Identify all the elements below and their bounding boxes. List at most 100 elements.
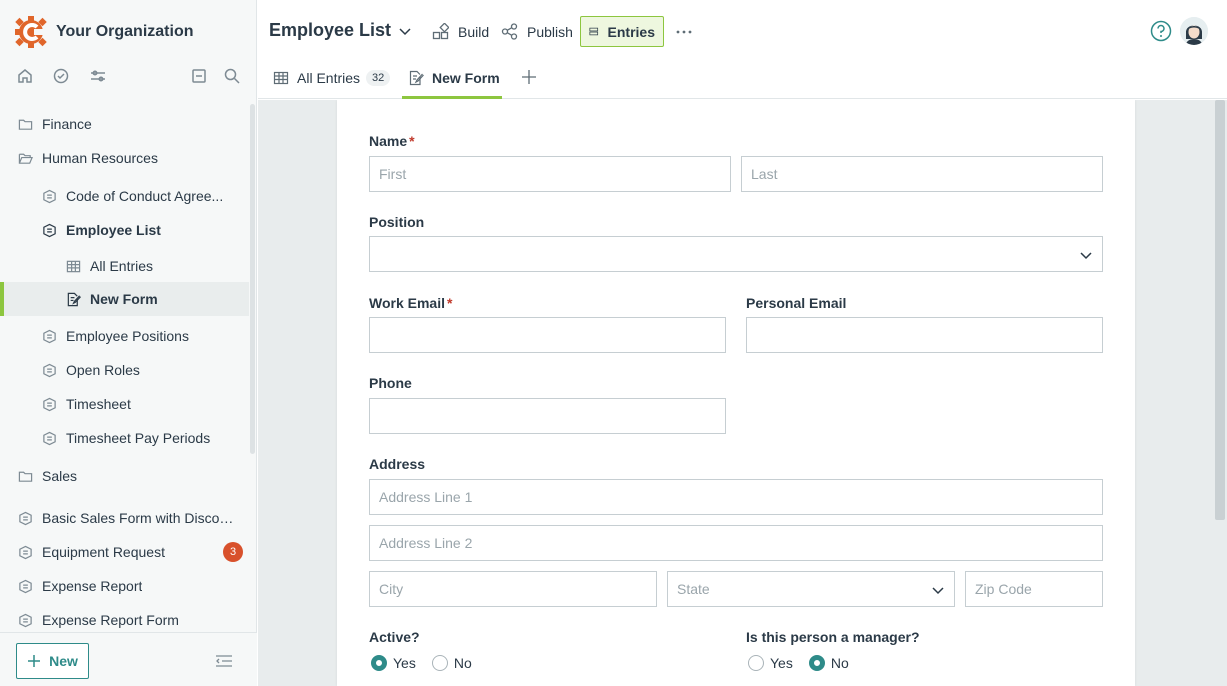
build-label: Build xyxy=(458,23,490,40)
entries-label: Entries xyxy=(607,23,655,40)
personal-email-input[interactable] xyxy=(746,317,1103,353)
sidebar-item-human-resources[interactable]: Human Resources xyxy=(0,141,249,175)
zip-code-input[interactable]: Zip Code xyxy=(965,571,1103,607)
state-placeholder: State xyxy=(677,581,710,597)
name-label: Name * xyxy=(369,133,415,149)
app-icon xyxy=(17,544,33,560)
sidebar-item-equipment-request[interactable]: Equipment Request 3 xyxy=(0,535,249,569)
tab-all-entries[interactable]: All Entries 32 xyxy=(273,64,391,99)
address-line1-input[interactable]: Address Line 1 xyxy=(369,479,1103,515)
radio-label: Yes xyxy=(770,655,793,671)
header: Employee List Build Publish Entries All … xyxy=(258,0,1227,99)
collapse-all-icon[interactable] xyxy=(189,66,209,86)
active-no-radio[interactable]: No xyxy=(431,655,472,671)
entry-count-badge: 32 xyxy=(366,70,391,86)
help-icon[interactable] xyxy=(1150,20,1172,42)
app-icon xyxy=(41,188,57,204)
app-icon xyxy=(41,328,57,344)
sidebar-toolbar xyxy=(0,66,257,90)
sidebar-item-basic-sales-form[interactable]: Basic Sales Form with Discou... xyxy=(0,501,249,535)
sidebar-item-label: Timesheet xyxy=(66,396,131,412)
form-icon xyxy=(409,70,424,86)
sidebar-item-label: Employee Positions xyxy=(66,328,189,344)
work-email-input[interactable] xyxy=(369,317,726,353)
form-icon xyxy=(65,291,81,307)
sidebar-item-label: All Entries xyxy=(90,258,154,274)
home-icon[interactable] xyxy=(15,66,35,86)
search-icon[interactable] xyxy=(222,66,242,86)
manager-yes-radio[interactable]: Yes xyxy=(748,655,793,671)
address-line2-input[interactable]: Address Line 2 xyxy=(369,525,1103,561)
avatar[interactable] xyxy=(1180,17,1208,45)
sidebar-item-employee-list[interactable]: Employee List xyxy=(0,213,249,247)
name-label-text: Name xyxy=(369,133,408,149)
entries-icon xyxy=(589,27,599,36)
folder-open-icon xyxy=(17,150,33,166)
sidebar-item-expense-report[interactable]: Expense Report xyxy=(0,569,249,603)
app-title-dropdown[interactable]: Employee List xyxy=(269,20,412,41)
org-logo-icon xyxy=(15,16,47,48)
city-placeholder: City xyxy=(379,581,404,597)
org-header[interactable]: Your Organization xyxy=(14,14,193,50)
address-line1-placeholder: Address Line 1 xyxy=(379,489,473,505)
form-card: Name * First Last Position Work Email * Pe… xyxy=(337,100,1135,686)
state-select[interactable]: State xyxy=(667,571,955,607)
new-button-label: New xyxy=(49,653,78,669)
notification-badge: 3 xyxy=(223,542,243,562)
app-icon xyxy=(17,612,33,628)
publish-button[interactable]: Publish xyxy=(493,16,581,47)
radio-checked-icon xyxy=(808,655,825,671)
sidebar-item-label: Human Resources xyxy=(42,150,158,166)
build-button[interactable]: Build xyxy=(424,16,497,47)
sidebar-footer: New xyxy=(0,632,257,686)
sidebar-item-label: Finance xyxy=(42,116,92,132)
sidebar-item-code-of-conduct[interactable]: Code of Conduct Agree... xyxy=(0,179,249,213)
tab-label: New Form xyxy=(432,70,500,86)
folder-icon xyxy=(17,468,33,484)
app-icon xyxy=(41,362,57,378)
address-label: Address xyxy=(369,456,426,472)
sidebar-item-label: Equipment Request xyxy=(42,544,165,560)
sidebar-item-timesheet-pay-periods[interactable]: Timesheet Pay Periods xyxy=(0,421,249,455)
check-circle-icon[interactable] xyxy=(51,66,71,86)
table-icon xyxy=(65,258,81,274)
sidebar-nav: Finance Human Resources Code of Conduct … xyxy=(0,106,249,631)
filter-icon[interactable] xyxy=(88,66,108,86)
phone-label: Phone xyxy=(369,375,412,391)
chevron-down-icon xyxy=(1079,248,1093,262)
new-button[interactable]: New xyxy=(16,643,89,679)
required-mark: * xyxy=(447,295,453,311)
radio-unchecked-icon xyxy=(748,655,764,671)
position-select[interactable] xyxy=(369,236,1103,272)
tab-new-form[interactable]: New Form xyxy=(402,64,502,99)
sidebar-item-employee-positions[interactable]: Employee Positions xyxy=(0,319,249,353)
app-icon xyxy=(17,510,33,526)
sidebar-item-label: Sales xyxy=(42,468,78,484)
sidebar-item-label: Open Roles xyxy=(66,362,140,378)
sidebar-item-sales[interactable]: Sales xyxy=(0,459,249,493)
manager-no-radio[interactable]: No xyxy=(808,655,849,671)
active-radio-group: Yes No xyxy=(371,655,488,671)
radio-checked-icon xyxy=(371,655,387,671)
sidebar-item-label: Expense Report xyxy=(42,578,143,594)
collapse-sidebar-icon[interactable] xyxy=(215,653,233,669)
sidebar-item-expense-report-form[interactable]: Expense Report Form xyxy=(0,603,249,631)
more-options-icon[interactable] xyxy=(674,22,694,42)
sidebar-item-new-form[interactable]: New Form xyxy=(0,282,249,316)
phone-input[interactable] xyxy=(369,398,726,434)
last-name-input[interactable]: Last xyxy=(741,156,1103,192)
main-scrollbar[interactable] xyxy=(1215,100,1225,520)
sidebar-item-label: Expense Report Form xyxy=(42,612,179,628)
add-tab-button[interactable] xyxy=(521,69,539,87)
entries-button[interactable]: Entries xyxy=(580,16,664,47)
active-yes-radio[interactable]: Yes xyxy=(371,655,416,671)
sidebar-item-open-roles[interactable]: Open Roles xyxy=(0,353,249,387)
first-name-input[interactable]: First xyxy=(369,156,731,192)
city-input[interactable]: City xyxy=(369,571,657,607)
sidebar-item-all-entries[interactable]: All Entries xyxy=(0,249,249,283)
share-icon xyxy=(501,23,518,40)
sidebar-scrollbar[interactable] xyxy=(250,104,255,454)
sidebar-item-finance[interactable]: Finance xyxy=(0,107,249,141)
sidebar-item-timesheet[interactable]: Timesheet xyxy=(0,387,249,421)
app-icon xyxy=(17,578,33,594)
